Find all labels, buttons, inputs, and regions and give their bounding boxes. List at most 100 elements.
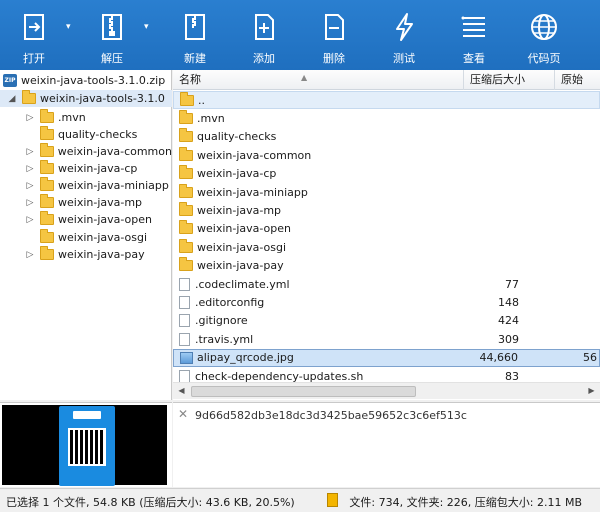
- extract-icon: [95, 10, 129, 44]
- delete-button[interactable]: 删除: [314, 0, 354, 70]
- expand-icon[interactable]: ▷: [24, 250, 36, 260]
- image-preview: [0, 402, 172, 487]
- tree-item[interactable]: weixin-java-osgi: [0, 229, 172, 246]
- file-name: check-dependency-updates.sh: [195, 369, 364, 383]
- alipay-logo: [73, 411, 101, 419]
- file-row[interactable]: .travis.yml 309: [173, 330, 600, 348]
- folder-icon: [40, 211, 54, 225]
- codepage-button[interactable]: 代码页: [523, 0, 565, 70]
- open-button[interactable]: 打开: [14, 0, 54, 70]
- qr-code-icon: [68, 428, 106, 466]
- expand-icon[interactable]: ▷: [24, 147, 36, 157]
- tree-item[interactable]: ▷ weixin-java-open: [0, 211, 172, 228]
- new-button[interactable]: 新建: [175, 0, 215, 70]
- chevron-down-icon: ▾: [144, 22, 149, 32]
- tree-item-label: weixin-java-mp: [58, 196, 143, 209]
- folder-icon: [179, 183, 193, 198]
- folder-icon: [40, 160, 54, 174]
- tree-item[interactable]: ▷ weixin-java-pay: [0, 246, 172, 263]
- column-original-size[interactable]: 原始: [555, 70, 600, 90]
- file-row[interactable]: .codeclimate.yml 77: [173, 275, 600, 293]
- horizontal-scrollbar[interactable]: ◀ ▶: [173, 382, 600, 399]
- tree-item[interactable]: ▷ weixin-java-miniapp: [0, 177, 172, 194]
- packed-size: 44,660: [479, 351, 519, 365]
- packed-size: 148: [498, 295, 519, 309]
- file-icon: [179, 277, 190, 291]
- tree-item-label: weixin-java-osgi: [58, 231, 148, 244]
- delete-label: 删除: [323, 52, 345, 65]
- open-icon: [17, 10, 51, 44]
- view-button[interactable]: 查看: [454, 0, 494, 70]
- info-panel: ✕ 9d66d582db3e18dc3d3425bae59652c3c6ef51…: [173, 402, 600, 487]
- folder-icon: [179, 257, 193, 272]
- folder-icon: [40, 194, 54, 208]
- add-label: 添加: [253, 52, 275, 65]
- folder-icon: [179, 109, 193, 124]
- expand-icon[interactable]: ▷: [24, 181, 36, 191]
- preview-canvas: [2, 405, 167, 486]
- file-name: weixin-java-common: [197, 148, 312, 162]
- file-row[interactable]: weixin-java-common: [173, 146, 600, 164]
- scroll-right-icon[interactable]: ▶: [583, 383, 600, 400]
- parent-folder-row[interactable]: ..: [173, 91, 600, 109]
- file-name: .mvn: [197, 111, 225, 125]
- column-name[interactable]: 名称 ▲: [173, 70, 464, 90]
- tree-item-label: weixin-java-open: [58, 213, 152, 226]
- collapse-icon[interactable]: ◢: [6, 94, 18, 104]
- close-icon[interactable]: ✕: [178, 407, 188, 421]
- column-packed-size[interactable]: 压缩后大小: [464, 70, 555, 90]
- expand-icon[interactable]: ▷: [24, 198, 36, 208]
- file-row[interactable]: .editorconfig 148: [173, 293, 600, 311]
- folder-icon: [40, 246, 54, 260]
- add-icon: [247, 10, 281, 44]
- tree-item[interactable]: ▷ weixin-java-mp: [0, 194, 172, 211]
- tree-item[interactable]: ▷ weixin-java-cp: [0, 160, 172, 177]
- test-icon: [387, 10, 421, 44]
- file-row[interactable]: alipay_qrcode.jpg 44,660 56: [173, 348, 600, 367]
- file-icon: [179, 295, 190, 309]
- tree-item[interactable]: ▷ weixin-java-common: [0, 143, 172, 160]
- file-row[interactable]: weixin-java-open: [173, 220, 600, 238]
- view-icon: [457, 10, 491, 44]
- file-row[interactable]: weixin-java-osgi: [173, 238, 600, 256]
- expand-icon[interactable]: ▷: [24, 215, 36, 225]
- file-row[interactable]: quality-checks: [173, 128, 600, 146]
- image-file-icon: [180, 351, 193, 364]
- folder-icon: [179, 128, 193, 143]
- add-button[interactable]: 添加: [244, 0, 284, 70]
- file-row[interactable]: weixin-java-mp: [173, 201, 600, 219]
- file-row[interactable]: .gitignore 424: [173, 312, 600, 330]
- tree-archive-item[interactable]: ZIP weixin-java-tools-3.1.0.zip: [0, 72, 172, 89]
- tree-item[interactable]: ▷ .mvn: [0, 109, 172, 126]
- extract-label: 解压: [101, 52, 123, 65]
- expand-icon[interactable]: ▷: [24, 113, 36, 123]
- tree-item[interactable]: quality-checks: [0, 126, 172, 143]
- file-row[interactable]: weixin-java-cp: [173, 165, 600, 183]
- file-row[interactable]: .mvn: [173, 109, 600, 127]
- tree-root-label: weixin-java-tools-3.1.0: [40, 92, 165, 105]
- view-label: 查看: [463, 52, 485, 65]
- tree-item-label: quality-checks: [58, 128, 138, 141]
- archive-icon: [327, 493, 338, 507]
- file-row[interactable]: weixin-java-pay: [173, 257, 600, 275]
- extract-button[interactable]: 解压: [92, 0, 132, 70]
- file-name: weixin-java-open: [197, 222, 291, 236]
- folder-icon: [40, 109, 54, 123]
- test-button[interactable]: 测试: [384, 0, 424, 70]
- scroll-thumb[interactable]: [191, 386, 416, 397]
- scroll-left-icon[interactable]: ◀: [173, 383, 190, 400]
- file-row[interactable]: weixin-java-miniapp: [173, 183, 600, 201]
- tree-item-label: weixin-java-miniapp: [58, 179, 169, 192]
- file-name: quality-checks: [197, 130, 277, 144]
- folder-tree: ZIP weixin-java-tools-3.1.0.zip ◢ weixin…: [0, 70, 172, 400]
- codepage-icon: [527, 10, 561, 44]
- new-label: 新建: [184, 52, 206, 65]
- sort-asc-icon: ▲: [301, 73, 308, 82]
- expand-icon[interactable]: ▷: [24, 164, 36, 174]
- folder-icon: [40, 177, 54, 191]
- original-size: 56: [583, 351, 597, 365]
- toolbar: 打开 ▾ 解压 ▾ 新建 添加 删除 测试 查看 代码页: [0, 0, 600, 70]
- folder-icon: [179, 238, 193, 253]
- tree-root-item[interactable]: ◢ weixin-java-tools-3.1.0: [0, 90, 172, 107]
- folder-icon: [40, 126, 54, 140]
